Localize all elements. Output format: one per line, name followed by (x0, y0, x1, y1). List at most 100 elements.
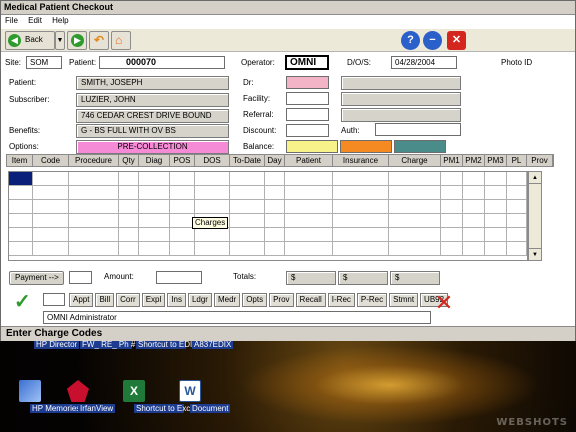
back-button[interactable]: ◀ Back (5, 31, 55, 50)
patient-id-field[interactable]: 000070 (99, 56, 225, 69)
bill-button[interactable]: Bill (95, 293, 115, 307)
balance-yellow-field (286, 140, 338, 153)
selected-cell[interactable] (9, 172, 33, 185)
status-bar: Enter Charge Codes (1, 326, 575, 341)
back-dropdown-chevron-icon[interactable]: ▼ (55, 31, 65, 50)
undo-button[interactable]: ↶ (89, 31, 109, 50)
options-label: Options: (9, 142, 39, 151)
column-header-pl[interactable]: PL (507, 155, 527, 166)
referral-label: Referral: (243, 110, 274, 119)
table-row[interactable] (9, 172, 527, 186)
column-header-to-date[interactable]: To-Date (230, 155, 265, 166)
medr-button[interactable]: Medr (213, 293, 241, 307)
column-header-item[interactable]: Item (7, 155, 33, 166)
menu-help[interactable]: Help (52, 16, 68, 25)
address-button[interactable]: 746 CEDAR CREST DRIVE BOUND (76, 109, 229, 123)
site-field[interactable]: SOM (26, 56, 62, 69)
scroll-down-icon[interactable]: ▼ (529, 248, 541, 260)
dr-name-button[interactable] (341, 76, 461, 90)
grid-scrollbar[interactable]: ▲ ▼ (528, 171, 542, 261)
discount-field[interactable] (286, 124, 329, 137)
recall-button[interactable]: Recall (295, 293, 326, 307)
column-header-pm1[interactable]: PM1 (441, 155, 463, 166)
table-row[interactable] (9, 214, 527, 228)
close-icon[interactable]: ✕ (447, 31, 466, 50)
desktop-icon-label: IrfanView (78, 404, 116, 413)
total-field-2: $ (338, 271, 388, 285)
toolbar: ◀ Back ▼ ▶ ↶ ⌂ ? − ✕ (1, 29, 575, 52)
stmnt-button[interactable]: Stmnt (389, 293, 419, 307)
ins-button[interactable]: Ins (167, 293, 186, 307)
minimize-icon[interactable]: − (423, 31, 442, 50)
accept-checkmark-button[interactable]: ✓ (14, 291, 38, 313)
column-header-pos[interactable]: POS (170, 155, 195, 166)
menu-edit[interactable]: Edit (28, 16, 42, 25)
column-header-pm2[interactable]: PM2 (463, 155, 485, 166)
benefits-button[interactable]: G - BS FULL WITH OV BS (76, 124, 229, 138)
column-header-insurance[interactable]: Insurance (333, 155, 389, 166)
amount-field[interactable] (156, 271, 202, 284)
scroll-up-icon[interactable]: ▲ (529, 172, 541, 184)
charges-tooltip: Charges (192, 217, 229, 229)
desktop-icon-label: FW_ RE_ Ph # Change (80, 340, 166, 349)
irfanview-icon (67, 380, 89, 402)
table-row[interactable] (9, 186, 527, 200)
subscriber-button[interactable]: LUZIER, JOHN (76, 93, 229, 107)
desktop-icon-irfanview[interactable]: IrfanView (48, 380, 116, 413)
referral-name-button[interactable] (341, 108, 461, 122)
prov-button[interactable]: Prov (269, 293, 294, 307)
facility-name-button[interactable] (341, 92, 461, 106)
column-header-diag[interactable]: Diag (139, 155, 170, 166)
dos-label: D/O/S: (347, 58, 372, 67)
payment-type-field[interactable] (69, 271, 92, 284)
desktop-icon-excel[interactable]: X Shortcut to Excel (104, 380, 196, 413)
column-header-qty[interactable]: Qty (119, 155, 139, 166)
opts-button[interactable]: Opts (242, 293, 268, 307)
desktop-icon-label: A837EDIX (192, 340, 234, 349)
menu-file[interactable]: File (5, 16, 18, 25)
column-header-pm3[interactable]: PM3 (485, 155, 507, 166)
corr-button[interactable]: Corr (116, 293, 140, 307)
column-header-dos[interactable]: DOS (195, 155, 230, 166)
appt-button[interactable]: Appt (69, 293, 94, 307)
back-arrow-icon: ◀ (8, 34, 21, 47)
payment-button[interactable]: Payment --> (9, 271, 64, 285)
charges-grid[interactable] (8, 171, 528, 261)
home-button[interactable]: ⌂ (111, 31, 131, 50)
help-icon[interactable]: ? (401, 31, 420, 50)
home-icon: ⌂ (115, 33, 123, 47)
column-header-patient[interactable]: Patient (285, 155, 333, 166)
action-code-field[interactable] (43, 293, 65, 306)
table-row[interactable] (9, 200, 527, 214)
desktop-icon-label: HP Director (34, 340, 80, 349)
expl-button[interactable]: Expl (141, 293, 166, 307)
options-button[interactable]: PRE-COLLECTION (76, 140, 229, 154)
table-row[interactable] (9, 228, 527, 242)
menu-bar: File Edit Help (1, 15, 575, 28)
column-header-prov[interactable]: Prov (527, 155, 553, 166)
table-row[interactable] (9, 242, 527, 256)
column-header-charge[interactable]: Charge (389, 155, 441, 166)
desktop-icon-label: Document (190, 404, 231, 413)
patient-id-label: Patient: (69, 58, 97, 67)
p-rec-button[interactable]: P-Rec (356, 293, 388, 307)
user-field: OMNI Administrator (43, 311, 431, 324)
column-header-code[interactable]: Code (33, 155, 69, 166)
desktop-icon-label: Shortcut to EDI Con... (136, 340, 216, 349)
referral-field[interactable] (286, 108, 329, 121)
column-header-procedure[interactable]: Procedure (69, 155, 119, 166)
patient-name-button[interactable]: SMITH, JOSEPH (76, 76, 229, 90)
i-rec-button[interactable]: I-Rec (327, 293, 355, 307)
desktop-icon-label: HP Memories Disc (30, 404, 99, 413)
dos-field[interactable]: 04/28/2004 (391, 56, 457, 69)
facility-field[interactable] (286, 92, 329, 105)
forward-button[interactable]: ▶ (67, 31, 87, 50)
cancel-x-button[interactable]: ✕ (432, 291, 456, 315)
ldgr-button[interactable]: Ldgr (187, 293, 212, 307)
desktop-icon-document[interactable]: W Document (160, 380, 231, 413)
auth-field[interactable] (375, 123, 461, 136)
dr-field[interactable] (286, 76, 329, 89)
column-header-day[interactable]: Day (265, 155, 285, 166)
desktop-wallpaper-glow (240, 345, 540, 425)
operator-field[interactable]: OMNI (285, 55, 329, 70)
